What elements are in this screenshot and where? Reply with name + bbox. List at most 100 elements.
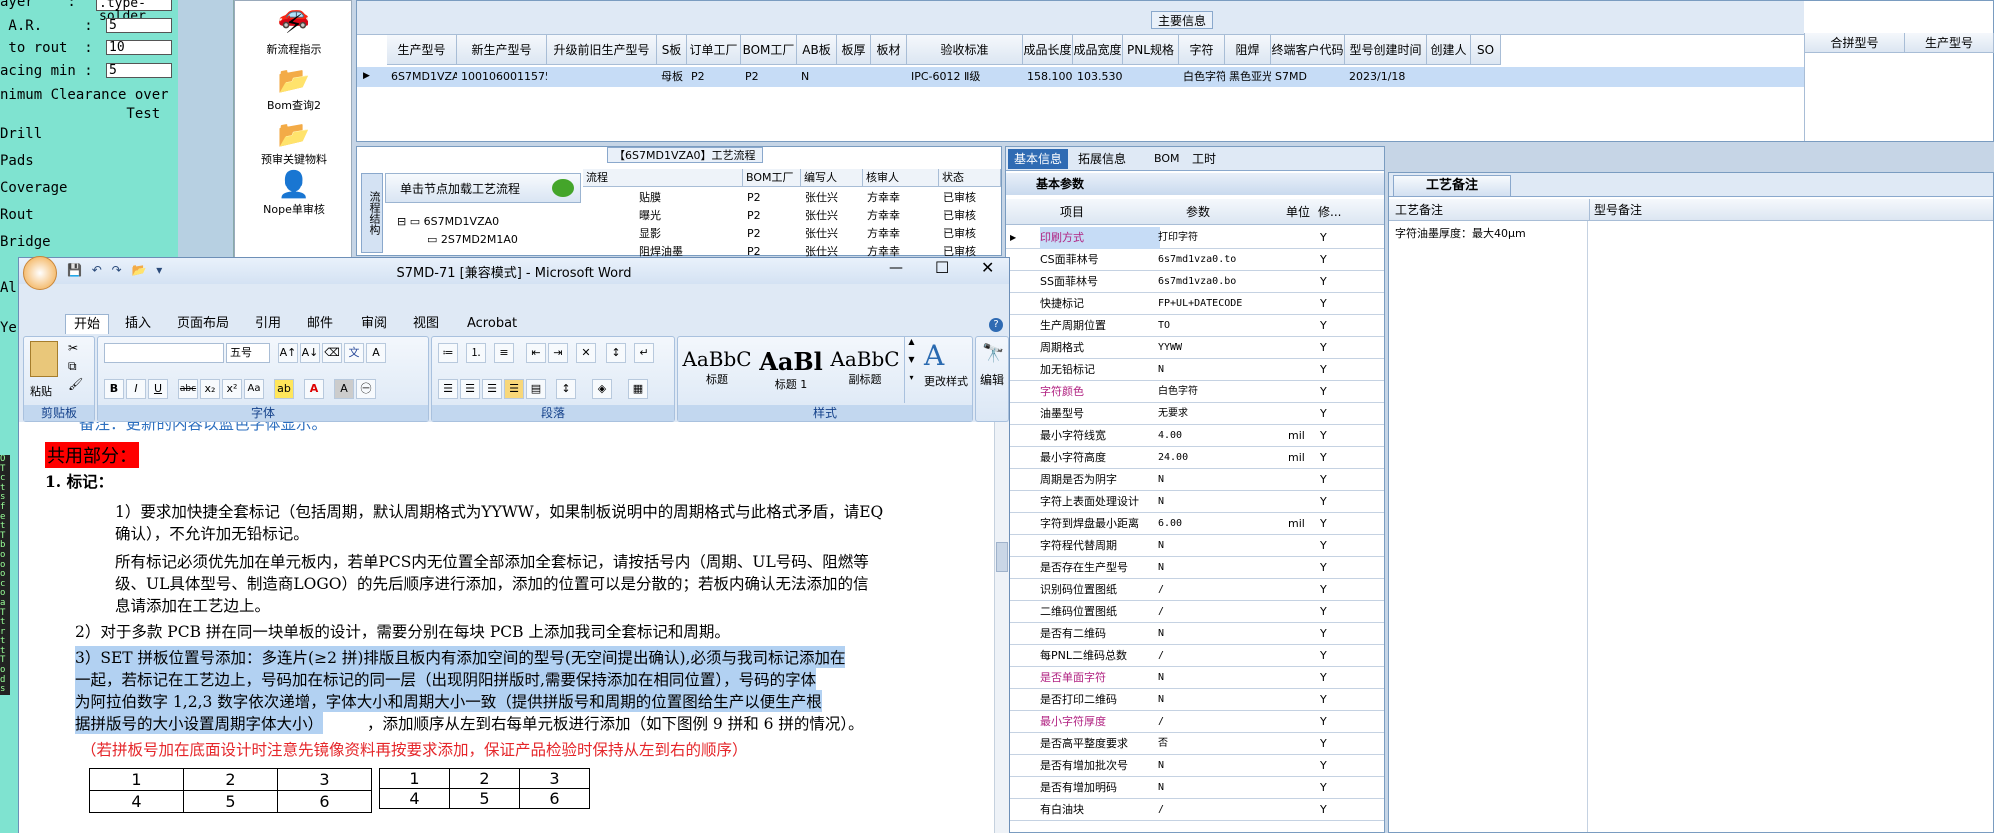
justify-icon[interactable]: ☰ [504, 379, 524, 399]
italic-icon[interactable]: I [126, 379, 146, 399]
param-value[interactable]: FP+UL+DATECODE [1158, 293, 1284, 315]
tab-process-notes[interactable]: 工艺备注 [1393, 175, 1511, 197]
param-flag[interactable]: Y [1320, 381, 1340, 403]
style-option[interactable]: AaBbC 标题 [682, 341, 752, 401]
decrease-indent-icon[interactable]: ⇤ [526, 343, 546, 363]
grid-column-header[interactable]: S板 [657, 35, 687, 65]
grid-cell[interactable] [1471, 67, 1501, 87]
terminal-input[interactable]: .type-solder [96, 0, 172, 23]
param-flag[interactable]: Y [1320, 777, 1340, 799]
bold-icon[interactable]: B [104, 379, 124, 399]
param-value[interactable]: 无要求 [1158, 403, 1284, 425]
params-row[interactable]: 字符程代替周期 N Y [1006, 535, 1384, 557]
ribbon-tab[interactable]: 引用 [251, 314, 285, 334]
grid-column-header[interactable]: 型号创建时间 [1345, 35, 1427, 65]
params-row[interactable]: 是否存在生产型号 N Y [1006, 557, 1384, 579]
shrink-font-icon[interactable]: A↓ [300, 343, 320, 363]
col-process-notes[interactable]: 工艺备注 [1395, 199, 1443, 221]
process-cell[interactable]: 张仕兴 [801, 207, 863, 225]
ribbon-tab[interactable]: 页面布局 [173, 314, 233, 334]
phonetic-icon[interactable]: 文 [344, 343, 364, 363]
grid-column-header[interactable]: 字符 [1179, 35, 1225, 65]
grid-cell[interactable] [1427, 67, 1471, 87]
process-cell[interactable]: 显影 [583, 225, 743, 243]
col-item[interactable]: 项目 [1060, 199, 1084, 225]
params-row[interactable]: 周期格式 YYWW Y [1006, 337, 1384, 359]
param-flag[interactable]: Y [1320, 513, 1340, 535]
param-value[interactable]: TO [1158, 315, 1284, 337]
change-styles-icon[interactable]: A [924, 339, 944, 372]
param-flag[interactable]: Y [1320, 755, 1340, 777]
multilevel-icon[interactable]: ≡ [494, 343, 514, 363]
line-spacing-icon[interactable]: ↕ [556, 379, 576, 399]
highlight-icon[interactable]: ab [274, 379, 294, 399]
params-row[interactable]: 是否有二维码 N Y [1006, 623, 1384, 645]
ribbon-tab[interactable]: Acrobat [463, 314, 521, 334]
col-modify[interactable]: 修... [1318, 199, 1341, 225]
grid-column-header[interactable]: 新生产型号 [457, 35, 547, 65]
param-value[interactable]: 24.00 [1158, 447, 1284, 469]
params-row[interactable]: 最小字符厚度 / Y [1006, 711, 1384, 733]
paste-label[interactable]: 粘贴 [30, 383, 52, 399]
strike-icon[interactable]: abc [178, 379, 198, 399]
process-cell[interactable]: 已审核 [939, 189, 1001, 207]
params-row[interactable]: 最小字符高度 24.00 mil Y [1006, 447, 1384, 469]
params-row[interactable]: ▶ 印刷方式 打印字符 Y [1006, 227, 1384, 249]
grid-column-header[interactable]: 创建人 [1427, 35, 1471, 65]
param-value[interactable]: N [1158, 755, 1284, 777]
tab-hours[interactable]: 工时 [1192, 149, 1216, 169]
cut-icon[interactable]: ✂ [68, 341, 78, 355]
nav-item[interactable]: 📂 Bom查询2 [235, 67, 353, 113]
process-col-header[interactable]: 状态 [939, 169, 1001, 187]
align-right-icon[interactable]: ☰ [482, 379, 502, 399]
distribute-icon[interactable]: ▤ [526, 379, 546, 399]
params-row[interactable]: CS面菲林号 6s7md1vza0.to Y [1006, 249, 1384, 271]
param-value[interactable]: N [1158, 667, 1284, 689]
params-row[interactable]: 字符到焊盘最小距离 6.00 mil Y [1006, 513, 1384, 535]
terminal-input[interactable]: 5 [106, 18, 172, 33]
params-row[interactable]: 有白油块 / Y [1006, 799, 1384, 821]
param-flag[interactable]: Y [1320, 469, 1340, 491]
grid-column-header[interactable]: BOM工厂 [741, 35, 797, 65]
style-option[interactable]: AaBl 标题 1 [756, 341, 826, 401]
superscript-icon[interactable]: x² [222, 379, 242, 399]
param-value[interactable]: 6s7md1vza0.bo [1158, 271, 1284, 293]
process-col-header[interactable]: 核审人 [863, 169, 939, 187]
grid-cell[interactable]: 黑色亚光 [1225, 67, 1271, 87]
params-row[interactable]: 每PNL二维码总数 / Y [1006, 645, 1384, 667]
param-flag[interactable]: Y [1320, 667, 1340, 689]
params-row[interactable]: 油墨型号 无要求 Y [1006, 403, 1384, 425]
param-flag[interactable]: Y [1320, 579, 1340, 601]
params-row[interactable]: 快捷标记 FP+UL+DATECODE Y [1006, 293, 1384, 315]
subscript-icon[interactable]: x₂ [200, 379, 220, 399]
process-cell[interactable]: 方幸幸 [863, 225, 939, 243]
grid-cell[interactable] [1123, 67, 1179, 87]
params-row[interactable]: 最小字符线宽 4.00 mil Y [1006, 425, 1384, 447]
params-row[interactable]: 加无铅标记 N Y [1006, 359, 1384, 381]
params-row[interactable]: 是否有增加明码 N Y [1006, 777, 1384, 799]
param-flag[interactable]: Y [1320, 733, 1340, 755]
process-cell[interactable]: 已审核 [939, 225, 1001, 243]
param-value[interactable]: 否 [1158, 733, 1284, 755]
param-flag[interactable]: Y [1320, 271, 1340, 293]
param-flag[interactable]: Y [1320, 315, 1340, 337]
col-param[interactable]: 参数 [1186, 199, 1210, 225]
params-row[interactable]: 是否有增加批次号 N Y [1006, 755, 1384, 777]
font-color-icon[interactable]: A [304, 379, 324, 399]
grid-cell[interactable]: 2023/1/18 [1345, 67, 1427, 87]
help-icon[interactable]: ? [989, 318, 1003, 332]
grid-cell[interactable]: 10010600115754 [457, 67, 547, 87]
style-option[interactable]: AaBbC 副标题 [830, 341, 900, 401]
param-flag[interactable]: Y [1320, 227, 1340, 249]
process-col-header[interactable]: 编写人 [801, 169, 863, 187]
param-value[interactable]: 白色字符 [1158, 381, 1284, 403]
param-value[interactable]: YYWW [1158, 337, 1284, 359]
col-model-notes[interactable]: 型号备注 [1589, 199, 1642, 221]
nav-item[interactable]: 📂 预审关键物料 [235, 121, 353, 167]
process-cell[interactable]: 方幸幸 [863, 189, 939, 207]
tab-basic-info[interactable]: 基本信息 [1008, 149, 1068, 169]
process-note-text[interactable]: 字符油墨厚度：最大40μm [1395, 225, 1526, 241]
param-flag[interactable]: Y [1320, 293, 1340, 315]
param-value[interactable]: 6.00 [1158, 513, 1284, 535]
param-flag[interactable]: Y [1320, 425, 1340, 447]
